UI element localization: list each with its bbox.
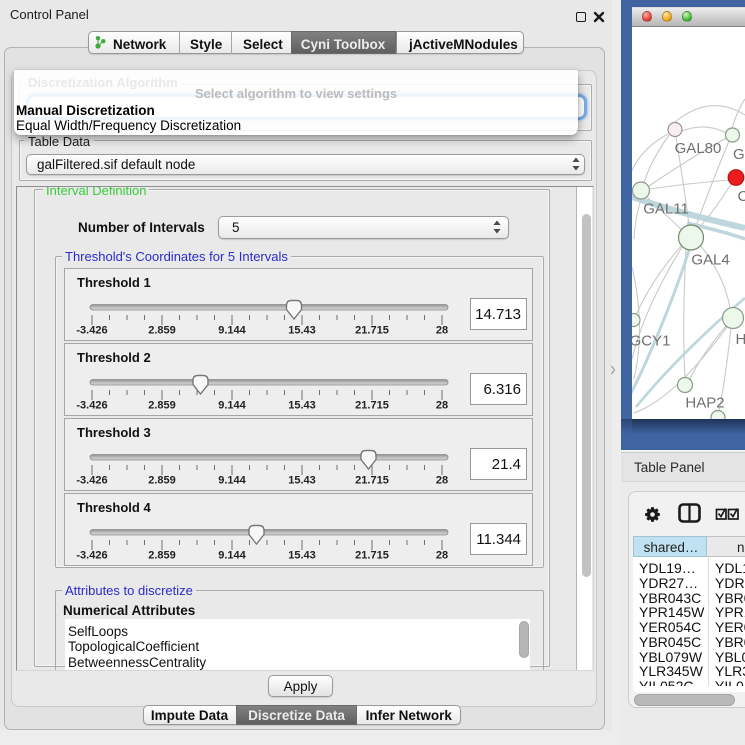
svg-text:-3.426: -3.426 <box>76 325 107 337</box>
svg-text:-3.426: -3.426 <box>76 400 107 412</box>
svg-text:21.715: 21.715 <box>355 475 389 487</box>
svg-text:21.715: 21.715 <box>355 400 389 412</box>
svg-text:9.144: 9.144 <box>218 475 246 487</box>
svg-text:GCY1: GCY1 <box>632 333 670 350</box>
svg-text:28: 28 <box>436 475 448 487</box>
svg-text:H: H <box>736 331 745 348</box>
svg-text:GAL11: GAL11 <box>643 201 689 218</box>
svg-text:2.859: 2.859 <box>148 400 176 412</box>
svg-text:HAP2: HAP2 <box>685 395 724 412</box>
svg-text:2.859: 2.859 <box>148 325 176 337</box>
svg-text:15.43: 15.43 <box>288 325 316 337</box>
svg-text:C: C <box>738 188 745 205</box>
svg-text:9.144: 9.144 <box>218 325 246 337</box>
svg-text:15.43: 15.43 <box>288 475 316 487</box>
svg-text:9.144: 9.144 <box>218 400 246 412</box>
svg-text:28: 28 <box>436 400 448 412</box>
svg-text:9.144: 9.144 <box>218 550 246 562</box>
svg-text:GAL80: GAL80 <box>675 140 722 157</box>
svg-text:21.715: 21.715 <box>355 550 389 562</box>
svg-text:21.715: 21.715 <box>355 325 389 337</box>
svg-text:15.43: 15.43 <box>288 400 316 412</box>
svg-text:2.859: 2.859 <box>148 475 176 487</box>
svg-text:-3.426: -3.426 <box>76 550 107 562</box>
svg-text:-3.426: -3.426 <box>76 475 107 487</box>
svg-text:28: 28 <box>436 550 448 562</box>
svg-text:28: 28 <box>436 325 448 337</box>
svg-text:G.: G. <box>733 146 745 163</box>
svg-text:15.43: 15.43 <box>288 550 316 562</box>
svg-text:2.859: 2.859 <box>148 550 176 562</box>
svg-text:GAL4: GAL4 <box>691 252 729 269</box>
